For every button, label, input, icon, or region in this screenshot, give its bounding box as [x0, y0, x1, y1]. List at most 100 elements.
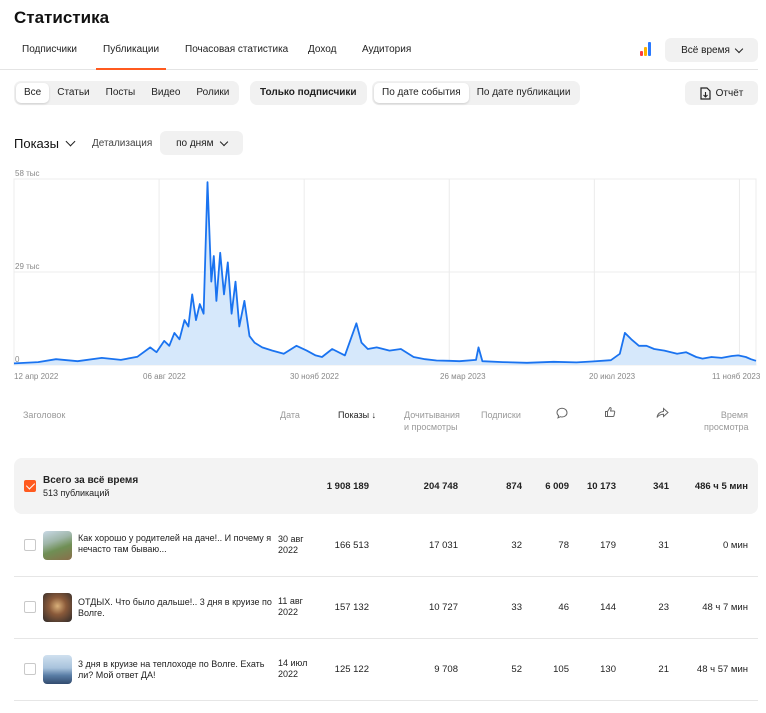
total-comments: 6 009: [545, 481, 569, 492]
detail-dropdown[interactable]: по дням: [160, 131, 244, 155]
row-reads: 17 031: [428, 540, 458, 551]
row-likes: 130: [600, 664, 616, 675]
header-reads-line: и просмотры: [404, 422, 458, 432]
period-label: Всё время: [681, 44, 730, 56]
row-subs: 32: [511, 540, 522, 551]
total-row: Всего за всё время 513 публикаций 1 908 …: [14, 458, 758, 514]
row-impressions: 157 132: [334, 602, 369, 613]
header-time-line: Время: [720, 410, 748, 420]
tab-subscribers[interactable]: Подписчики: [22, 44, 77, 70]
bar-chart-icon[interactable]: [640, 42, 654, 56]
report-file-icon: [700, 86, 711, 100]
subscribers-only-label: Только подписчики: [260, 87, 357, 98]
sort-down-icon: ↓: [369, 410, 377, 420]
y-tick-label: 58 тыс: [15, 169, 40, 178]
row-watch-time: 0 мин: [722, 540, 748, 551]
filter-shorts[interactable]: Ролики: [188, 83, 237, 103]
total-title: Всего за всё время: [43, 475, 139, 486]
impressions-chart: 58 тыс 29 тыс 0 12 апр 2022 06 авг 2022 …: [0, 165, 766, 385]
x-tick-label: 30 нояб 2022: [290, 372, 339, 381]
total-shares: 341: [653, 481, 669, 492]
row-reads: 9 708: [434, 664, 458, 675]
row-watch-time: 48 ч 57 мин: [696, 664, 748, 675]
table-row[interactable]: ОТДЫХ. Что было дальше!.. 3 дня в круизе…: [14, 577, 758, 639]
report-button[interactable]: Отчёт: [685, 81, 758, 105]
chevron-down-icon: [734, 44, 744, 53]
comment-icon[interactable]: [556, 407, 568, 419]
table-row[interactable]: Как хорошо у родителей на даче!.. И поче…: [14, 515, 758, 577]
select-all-checkbox[interactable]: [24, 480, 36, 492]
filter-posts[interactable]: Посты: [98, 83, 144, 103]
series-line: [13, 181, 757, 365]
chart-svg: [13, 178, 757, 366]
y-tick-label: 0: [15, 355, 20, 364]
x-tick-label: 26 мар 2023: [440, 372, 486, 381]
tab-hourly[interactable]: Почасовая статистика: [185, 44, 288, 70]
row-reads: 10 727: [428, 602, 458, 613]
total-likes: 10 173: [586, 481, 616, 492]
y-tick-label: 29 тыс: [15, 262, 40, 271]
row-shares: 21: [658, 664, 669, 675]
total-subs: 874: [506, 481, 522, 492]
header-time-line: просмотра: [704, 422, 749, 432]
date-mode-publication[interactable]: По дате публикации: [469, 83, 579, 103]
like-icon[interactable]: [604, 406, 616, 418]
header-subs[interactable]: Подписки: [481, 409, 521, 421]
x-tick-label: 12 апр 2022: [14, 372, 59, 381]
table-header: Заголовок Дата Показы ↓ Дочитывания и пр…: [0, 405, 766, 445]
filters-bar: Все Статьи Посты Видео Ролики Только под…: [0, 81, 766, 105]
table-row[interactable]: 3 дня в круизе на теплоходе по Волге. Ех…: [14, 639, 758, 701]
filter-all[interactable]: Все: [16, 83, 50, 103]
header-impressions[interactable]: Показы ↓: [338, 409, 376, 421]
x-tick-label: 20 июл 2023: [589, 372, 636, 381]
content-type-filter: Все Статьи Посты Видео Ролики: [14, 81, 240, 105]
header-title[interactable]: Заголовок: [23, 409, 65, 421]
subscribers-only-toggle[interactable]: Только подписчики: [250, 81, 367, 105]
filter-articles[interactable]: Статьи: [49, 83, 97, 103]
publication-thumbnail[interactable]: [43, 593, 72, 622]
total-watch-time: 486 ч 5 мин: [694, 481, 748, 492]
report-label: Отчёт: [715, 87, 744, 99]
detail-label: Детализация: [91, 137, 153, 149]
row-subs: 33: [511, 602, 522, 613]
header-date[interactable]: Дата: [280, 409, 300, 421]
chevron-down-icon: [65, 136, 76, 147]
tab-income[interactable]: Доход: [308, 44, 336, 70]
x-tick-label: 06 авг 2022: [143, 372, 186, 381]
tab-publications[interactable]: Публикации: [96, 44, 167, 70]
filter-videos[interactable]: Видео: [143, 83, 188, 103]
row-impressions: 166 513: [334, 540, 369, 551]
chevron-down-icon: [220, 137, 229, 146]
share-icon[interactable]: [656, 407, 669, 419]
total-reads: 204 748: [423, 481, 458, 492]
publication-thumbnail[interactable]: [43, 655, 72, 684]
row-checkbox[interactable]: [24, 601, 36, 613]
row-shares: 31: [658, 540, 669, 551]
publication-title[interactable]: Как хорошо у родителей на даче!.. И поче…: [78, 533, 273, 555]
row-checkbox[interactable]: [24, 539, 36, 551]
date-mode-event[interactable]: По дате события: [374, 83, 469, 103]
page-title: Статистика: [14, 8, 110, 27]
tabs-bar: Подписчики Публикации Почасовая статисти…: [0, 38, 758, 70]
total-subtitle: 513 публикаций: [43, 488, 110, 498]
detail-value: по дням: [176, 137, 214, 149]
header-watch-time[interactable]: Время просмотра: [704, 409, 749, 433]
publication-thumbnail[interactable]: [43, 531, 72, 560]
metric-controls: Показы Детализация по дням: [14, 131, 244, 155]
row-checkbox[interactable]: [24, 663, 36, 675]
row-shares: 23: [658, 602, 669, 613]
tab-audience[interactable]: Аудитория: [362, 44, 411, 70]
row-subs: 52: [511, 664, 522, 675]
metric-dropdown[interactable]: Показы: [14, 135, 76, 151]
publication-title[interactable]: 3 дня в круизе на теплоходе по Волге. Ех…: [78, 659, 273, 681]
row-comments: 46: [558, 602, 569, 613]
publication-title[interactable]: ОТДЫХ. Что было дальше!.. 3 дня в круизе…: [78, 597, 273, 619]
row-likes: 144: [600, 602, 616, 613]
row-watch-time: 48 ч 7 мин: [702, 602, 748, 613]
date-mode-filter: По дате события По дате публикации: [372, 81, 581, 105]
header-reads[interactable]: Дочитывания и просмотры: [404, 409, 460, 433]
period-dropdown[interactable]: Всё время: [665, 38, 758, 62]
header-impressions-label: Показы: [338, 410, 370, 420]
metric-label: Показы: [14, 135, 59, 151]
total-impressions: 1 908 189: [326, 481, 369, 492]
